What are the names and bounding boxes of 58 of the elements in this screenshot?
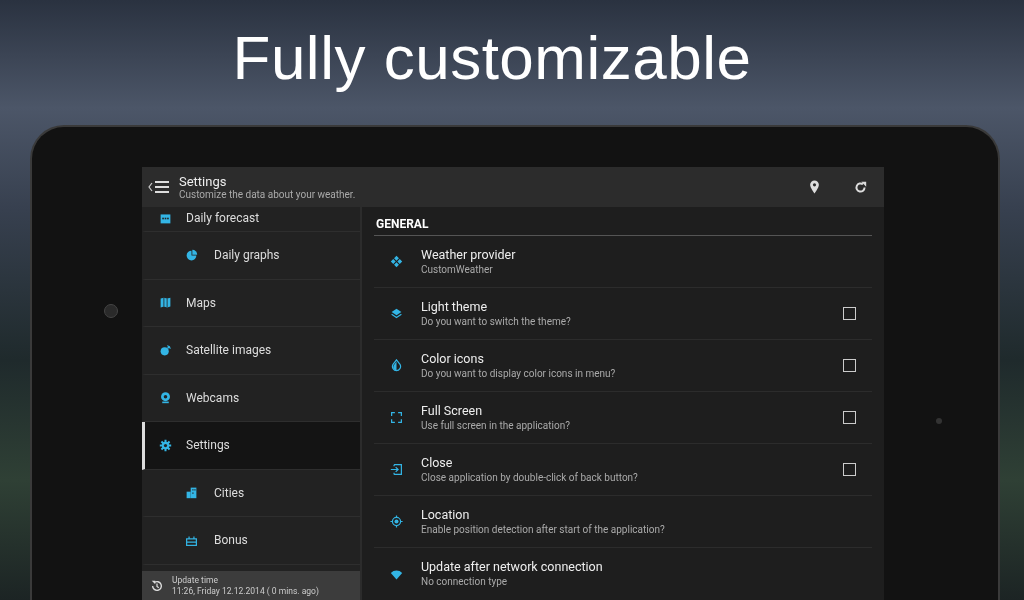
location-pin-icon [808,180,820,194]
sidebar-item[interactable]: Satellite images [142,327,360,375]
sidebar-item[interactable]: Daily forecast [142,207,360,232]
setting-title: Light theme [421,298,489,315]
setting-title: Update after network connection [421,559,604,575]
checkbox[interactable] [843,411,856,424]
settings-row[interactable]: Full Screen Use full screen in the application? [374,392,872,444]
checkbox[interactable] [843,463,856,476]
checkbox[interactable] [843,359,856,372]
webcam-icon [159,391,172,405]
layers-icon [390,307,403,320]
setting-title: Close [421,454,454,471]
history-icon [150,578,164,593]
sidebar-item[interactable]: Settings [142,422,360,470]
setting-title: Full Screen [421,402,484,419]
satellite-dish-icon [159,343,172,357]
map-icon [159,296,172,310]
setting-description: Use full screen in the application? [421,418,571,433]
settings-icon [159,438,172,452]
headline: Fully customizable [232,22,752,94]
update-time-label: Update time [172,574,219,586]
settings-row[interactable]: Close Close application by double-click of back button? [374,444,872,496]
settings-row[interactable]: Location Enable position detection after start of the application? [374,496,872,548]
setting-description: Close application by double-click of back button? [421,470,639,485]
buildings-icon [185,486,198,500]
diamond-tiles-icon [390,255,403,268]
update-time-value: 11:26, Friday 12.12.2014 ( 0 mins. ago) [172,585,319,597]
calendar-icon [159,212,172,225]
setting-description: CustomWeather [421,262,494,277]
setting-description: Do you want to display color icons in menu? [421,366,617,381]
setting-title: Location [421,506,471,523]
setting-title: Color icons [421,350,485,367]
sidebar-item[interactable]: Cities [142,469,360,517]
refresh-icon [853,180,867,194]
settings-row[interactable]: Weather provider CustomWeather [374,236,872,288]
checkbox[interactable] [843,307,856,320]
drop-icon [390,359,403,372]
screen-subtitle: Customize the data about your weather. [179,188,357,201]
setting-description: Do you want to switch the theme? [421,314,572,329]
screen-title: Settings [179,173,228,189]
sidebar-item[interactable]: Maps [142,279,360,327]
settings-row[interactable]: Update after network connection No connection type [374,548,872,600]
sidebar-item[interactable]: Daily graphs [142,232,360,280]
exit-icon [390,463,403,476]
settings-row[interactable]: Light theme Do you want to switch the theme? [374,288,872,340]
sensor-dot [936,418,942,424]
setting-description: Enable position detection after start of the application? [421,522,666,537]
section-header: GENERAL [374,207,872,236]
fullscreen-icon [390,411,403,424]
menu-icon [148,180,170,194]
gift-icon [185,533,198,547]
sidebar-item[interactable]: Bonus [142,517,360,565]
camera-lens [104,304,118,318]
setting-description: No connection type [421,575,509,589]
settings-row[interactable]: Color icons Do you want to display color icons in menu? [374,340,872,392]
setting-title: Weather provider [421,246,517,263]
crosshair-icon [390,515,403,528]
pie-chart-icon [185,248,198,262]
